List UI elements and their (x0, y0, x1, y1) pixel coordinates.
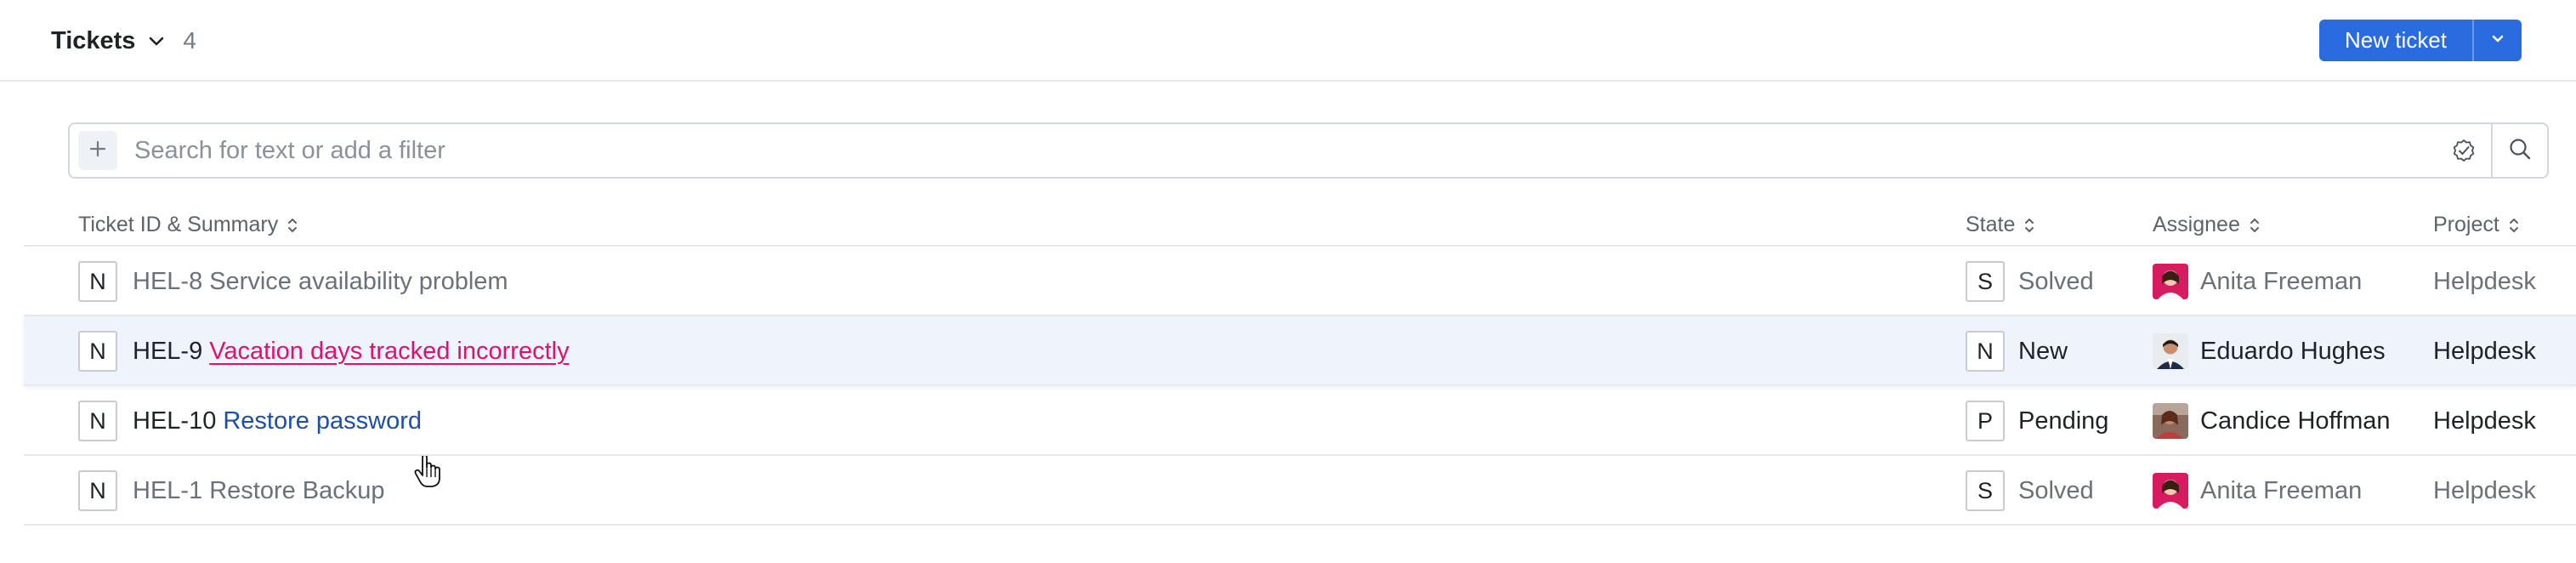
ticket-id: HEL-8 (133, 267, 203, 295)
chevron-down-icon (2490, 31, 2505, 50)
new-ticket-button[interactable]: New ticket (2319, 20, 2474, 61)
search-bar (68, 122, 2549, 179)
project-name: Helpdesk (2433, 407, 2536, 435)
new-ticket-options-button[interactable] (2474, 20, 2522, 61)
ticket-type-badge: N (78, 470, 117, 511)
page-title[interactable]: Tickets (51, 27, 135, 55)
tickets-table: Ticket ID & Summary State Assignee Proje… (24, 204, 2576, 526)
column-header-state[interactable]: State (1966, 213, 2035, 237)
ticket-type-badge: N (78, 331, 117, 372)
table-row[interactable]: N HEL-9 Vacation days tracked incorrectl… (24, 316, 2576, 487)
avatar (2153, 403, 2188, 439)
project-name: Helpdesk (2433, 476, 2536, 504)
assignee-name: Anita Freeman (2200, 476, 2363, 504)
ticket-id: HEL-9 (133, 337, 203, 365)
sort-icon (2509, 218, 2518, 232)
search-button[interactable] (2493, 124, 2547, 177)
search-input[interactable] (134, 129, 2437, 172)
ticket-summary-link[interactable]: Restore Backup (209, 477, 384, 505)
state-label: Pending (2018, 407, 2109, 435)
chevron-down-icon[interactable] (147, 31, 166, 50)
sort-icon (288, 218, 298, 232)
state-badge: N (1966, 331, 2005, 372)
ticket-summary-link[interactable]: Service availability problem (209, 268, 508, 296)
state-label: Solved (2018, 476, 2094, 504)
avatar (2153, 333, 2188, 369)
table-row[interactable]: N HEL-8 Service availability problem S S… (24, 247, 2576, 316)
table-row[interactable]: N HEL-1 Restore Backup S Solved Anita Fr… (24, 456, 2576, 526)
avatar (2153, 473, 2188, 509)
project-name: Helpdesk (2433, 267, 2536, 295)
project-name: Helpdesk (2433, 337, 2536, 365)
state-label: New (2018, 337, 2068, 365)
table-row[interactable]: N HEL-10 Restore password P Pending Cand… (24, 386, 2576, 456)
avatar (2153, 264, 2188, 299)
column-header-label: Assignee (2153, 213, 2240, 236)
assignee-name: Candice Hoffman (2200, 407, 2391, 435)
ticket-summary-link[interactable]: Restore password (223, 407, 422, 435)
sort-icon (2250, 218, 2259, 232)
plus-icon (88, 136, 107, 165)
state-badge: S (1966, 261, 2005, 302)
ticket-type-badge: N (78, 401, 117, 441)
ticket-type-badge: N (78, 261, 117, 302)
column-header-assignee[interactable]: Assignee (2153, 213, 2261, 237)
column-header-label: Project (2433, 213, 2499, 236)
new-ticket-button-group: New ticket (2319, 20, 2522, 61)
assignee-name: Anita Freeman (2200, 267, 2363, 295)
state-badge: P (1966, 401, 2005, 441)
ticket-id: HEL-1 (133, 476, 203, 504)
view-selector[interactable]: Tickets 4 (51, 22, 196, 60)
column-header-label: State (1966, 213, 2016, 236)
check-badge-icon[interactable] (2437, 124, 2491, 177)
column-header-label: Ticket ID & Summary (78, 213, 279, 236)
table-header: Ticket ID & Summary State Assignee Proje… (24, 204, 2576, 247)
column-header-project[interactable]: Project (2433, 213, 2520, 237)
ticket-id: HEL-10 (133, 407, 217, 435)
assignee-name: Eduardo Hughes (2200, 337, 2386, 365)
add-filter-button[interactable] (78, 131, 117, 170)
ticket-count: 4 (183, 27, 196, 54)
state-badge: S (1966, 470, 2005, 511)
column-header-summary[interactable]: Ticket ID & Summary (78, 213, 298, 237)
top-bar: Tickets 4 New ticket (0, 0, 2576, 82)
search-icon (2507, 136, 2533, 166)
sort-icon (2025, 218, 2034, 232)
ticket-summary-link[interactable]: Vacation days tracked incorrectly (209, 338, 569, 366)
state-label: Solved (2018, 267, 2094, 295)
